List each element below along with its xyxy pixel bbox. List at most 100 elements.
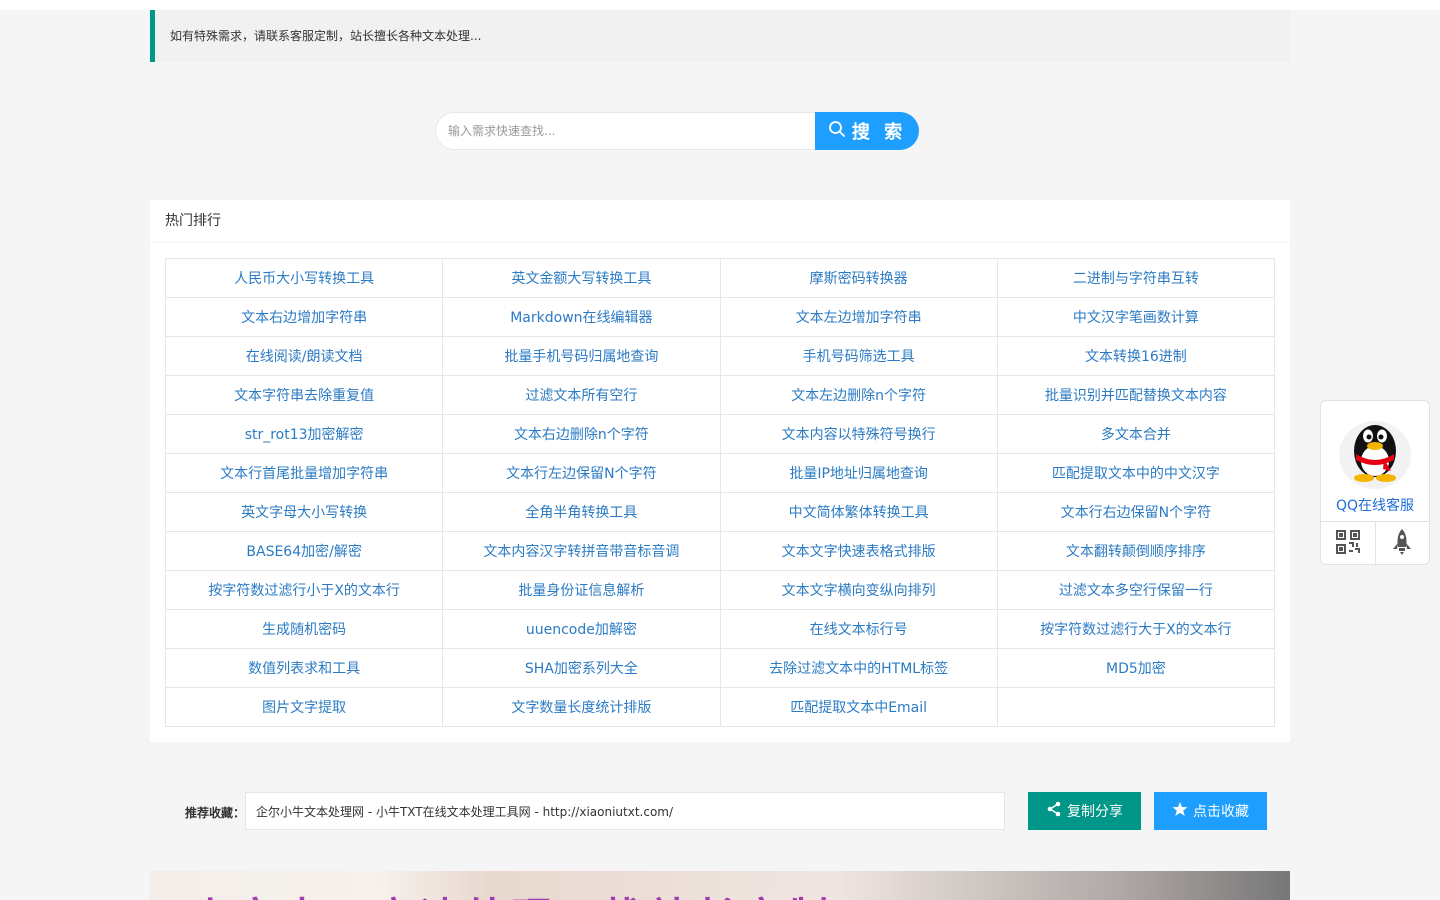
tool-link[interactable]: 文本文字横向变纵向排列 [782,583,936,599]
tool-link[interactable]: 文本右边删除n个字符 [514,427,649,443]
tool-link[interactable]: BASE64加密/解密 [246,544,361,560]
tool-link[interactable]: 在线文本标行号 [810,622,908,638]
tool-link[interactable]: 文本内容以特殊符号换行 [782,427,936,443]
tool-link[interactable]: 文本左边删除n个字符 [791,388,926,404]
tool-link[interactable]: 中文简体繁体转换工具 [789,505,929,521]
tool-link[interactable]: 人民币大小写转换工具 [234,271,374,287]
table-row: 图片文字提取 文字数量长度统计排版 匹配提取文本中Email [164,687,1276,727]
back-to-top-button[interactable] [1374,522,1430,566]
table-cell: 文本左边删除n个字符 [719,375,998,415]
tool-link[interactable]: 文本翻转颠倒顺序排序 [1066,544,1206,560]
share-label: 推荐收藏： [185,806,246,820]
tool-link[interactable]: 英文金额大写转换工具 [511,271,651,287]
share-icon [1046,801,1062,821]
tool-link[interactable]: 全角半角转换工具 [525,505,637,521]
tool-link[interactable]: 匹配提取文本中Email [790,700,927,716]
table-cell: 二进制与字符串互转 [996,258,1276,298]
tool-link[interactable]: 批量身份证信息解析 [518,583,644,599]
table-cell: 中文简体繁体转换工具 [719,492,998,532]
tool-link[interactable]: 摩斯密码转换器 [810,271,908,287]
tool-link[interactable]: MD5加密 [1106,661,1166,677]
search-button[interactable]: 搜 索 [815,112,919,150]
table-cell: 过滤文本多空行保留一行 [996,570,1276,610]
table-cell: 文本文字横向变纵向排列 [719,570,998,610]
tool-link[interactable]: 多文本合并 [1101,427,1171,443]
tool-link[interactable]: 过滤文本多空行保留一行 [1059,583,1213,599]
tool-link[interactable]: 文本转换16进制 [1085,349,1187,365]
qrcode-icon [1335,529,1361,559]
tool-link[interactable]: 按字符数过滤行小于X的文本行 [208,583,400,599]
notice-bar: 如有特殊需求，请联系客服定制，站长擅长各种文本处理... [150,10,1290,62]
table-cell: 文本右边增加字符串 [164,297,444,337]
tool-link[interactable]: 匹配提取文本中的中文汉字 [1052,466,1220,482]
tool-link[interactable]: str_rot13加密解密 [245,427,364,443]
table-row: 生成随机密码 uuencode加解密 在线文本标行号 按字符数过滤行大于X的文本行 [164,609,1276,649]
tool-link[interactable]: 按字符数过滤行大于X的文本行 [1040,622,1232,638]
table-cell: 文本左边增加字符串 [719,297,998,337]
hot-ranking-title: 热门排行 [150,200,1290,243]
share-url-input[interactable] [245,792,1005,830]
tool-link[interactable]: 文本文字快速表格式排版 [782,544,936,560]
table-cell: 人民币大小写转换工具 [164,258,444,298]
qq-online-service[interactable]: QQ在线客服 [1321,401,1429,522]
table-row: 文本行首尾批量增加字符串 文本行左边保留N个字符 批量IP地址归属地查询 匹配提取文本… [164,453,1276,493]
tool-link[interactable]: 数值列表求和工具 [248,661,360,677]
tool-link[interactable]: 手机号码筛选工具 [803,349,915,365]
table-cell: 去除过滤文本中的HTML标签 [719,648,998,688]
table-cell: uuencode加解密 [442,609,721,649]
table-cell: str_rot13加密解密 [164,414,444,454]
tool-link[interactable]: 在线阅读/朗读文档 [246,349,363,365]
tool-link[interactable]: 中文汉字笔画数计算 [1073,310,1199,326]
tool-link[interactable]: 文本行首尾批量增加字符串 [220,466,388,482]
tool-link[interactable]: 去除过滤文本中的HTML标签 [769,661,948,677]
table-cell: 手机号码筛选工具 [719,336,998,376]
table-cell: 批量IP地址归属地查询 [719,453,998,493]
tool-link[interactable]: 文字数量长度统计排版 [511,700,651,716]
tool-link[interactable]: uuencode加解密 [526,622,637,638]
hot-tools-table: 人民币大小写转换工具 英文金额大写转换工具 摩斯密码转换器 二进制与字符串互转文本右边… [164,258,1276,727]
table-cell: 文本行右边保留N个字符 [996,492,1276,532]
table-cell: 过滤文本所有空行 [442,375,721,415]
tool-link[interactable]: 文本左边增加字符串 [796,310,922,326]
search-button-label: 搜 索 [851,122,907,143]
table-cell: 批量识别并匹配替换文本内容 [996,375,1276,415]
tool-link[interactable]: 批量识别并匹配替换文本内容 [1045,388,1227,404]
favorite-button[interactable]: 点击收藏 [1154,792,1267,830]
tool-link[interactable]: 文本行左边保留N个字符 [506,466,656,482]
tool-link[interactable]: 图片文字提取 [262,700,346,716]
table-cell: 数值列表求和工具 [164,648,444,688]
copy-share-button[interactable]: 复制分享 [1028,792,1141,830]
tool-link[interactable]: 文本内容汉字转拼音带音标音调 [483,544,679,560]
tool-link[interactable]: 英文字母大小写转换 [241,505,367,521]
tool-link[interactable]: 批量IP地址归属地查询 [789,466,928,482]
tool-link[interactable]: Markdown在线编辑器 [510,310,652,326]
table-cell: 英文金额大写转换工具 [442,258,721,298]
table-row: BASE64加密/解密 文本内容汉字转拼音带音标音调 文本文字快速表格式排版 文本翻转… [164,531,1276,571]
tool-link[interactable]: 过滤文本所有空行 [525,388,637,404]
tool-link[interactable]: 文本行右边保留N个字符 [1061,505,1211,521]
table-cell: 文本行左边保留N个字符 [442,453,721,493]
tool-link[interactable]: 文本字符串去除重复值 [234,388,374,404]
table-cell: 生成随机密码 [164,609,444,649]
table-cell: 多文本合并 [996,414,1276,454]
table-cell: 文本行首尾批量增加字符串 [164,453,444,493]
table-row: 在线阅读/朗读文档 批量手机号码归属地查询 手机号码筛选工具 文本转换16进制 [164,336,1276,376]
qrcode-button[interactable] [1321,522,1375,566]
table-cell: 文本转换16进制 [996,336,1276,376]
tool-link[interactable]: 生成随机密码 [262,622,346,638]
tool-link[interactable]: SHA加密系列大全 [525,661,638,677]
table-cell: 全角半角转换工具 [442,492,721,532]
promo-banner[interactable]: 小文本 高速处理 找站长定制 QQ：541 6888 78 [150,871,1290,900]
table-cell: 匹配提取文本中的中文汉字 [996,453,1276,493]
rocket-icon [1391,528,1413,560]
tool-link[interactable]: 二进制与字符串互转 [1073,271,1199,287]
favorite-label: 点击收藏 [1193,804,1249,820]
hot-ranking-card: 热门排行 人民币大小写转换工具 英文金额大写转换工具 摩斯密码转换器 二进制与字符串互… [150,200,1290,742]
qq-service-label: QQ在线客服 [1335,498,1415,514]
search-input[interactable] [435,112,817,150]
table-row: str_rot13加密解密 文本右边删除n个字符 文本内容以特殊符号换行 多文本合并 [164,414,1276,454]
table-cell: 文字数量长度统计排版 [442,687,721,727]
tool-link[interactable]: 批量手机号码归属地查询 [504,349,658,365]
table-cell: 在线文本标行号 [719,609,998,649]
tool-link[interactable]: 文本右边增加字符串 [241,310,367,326]
